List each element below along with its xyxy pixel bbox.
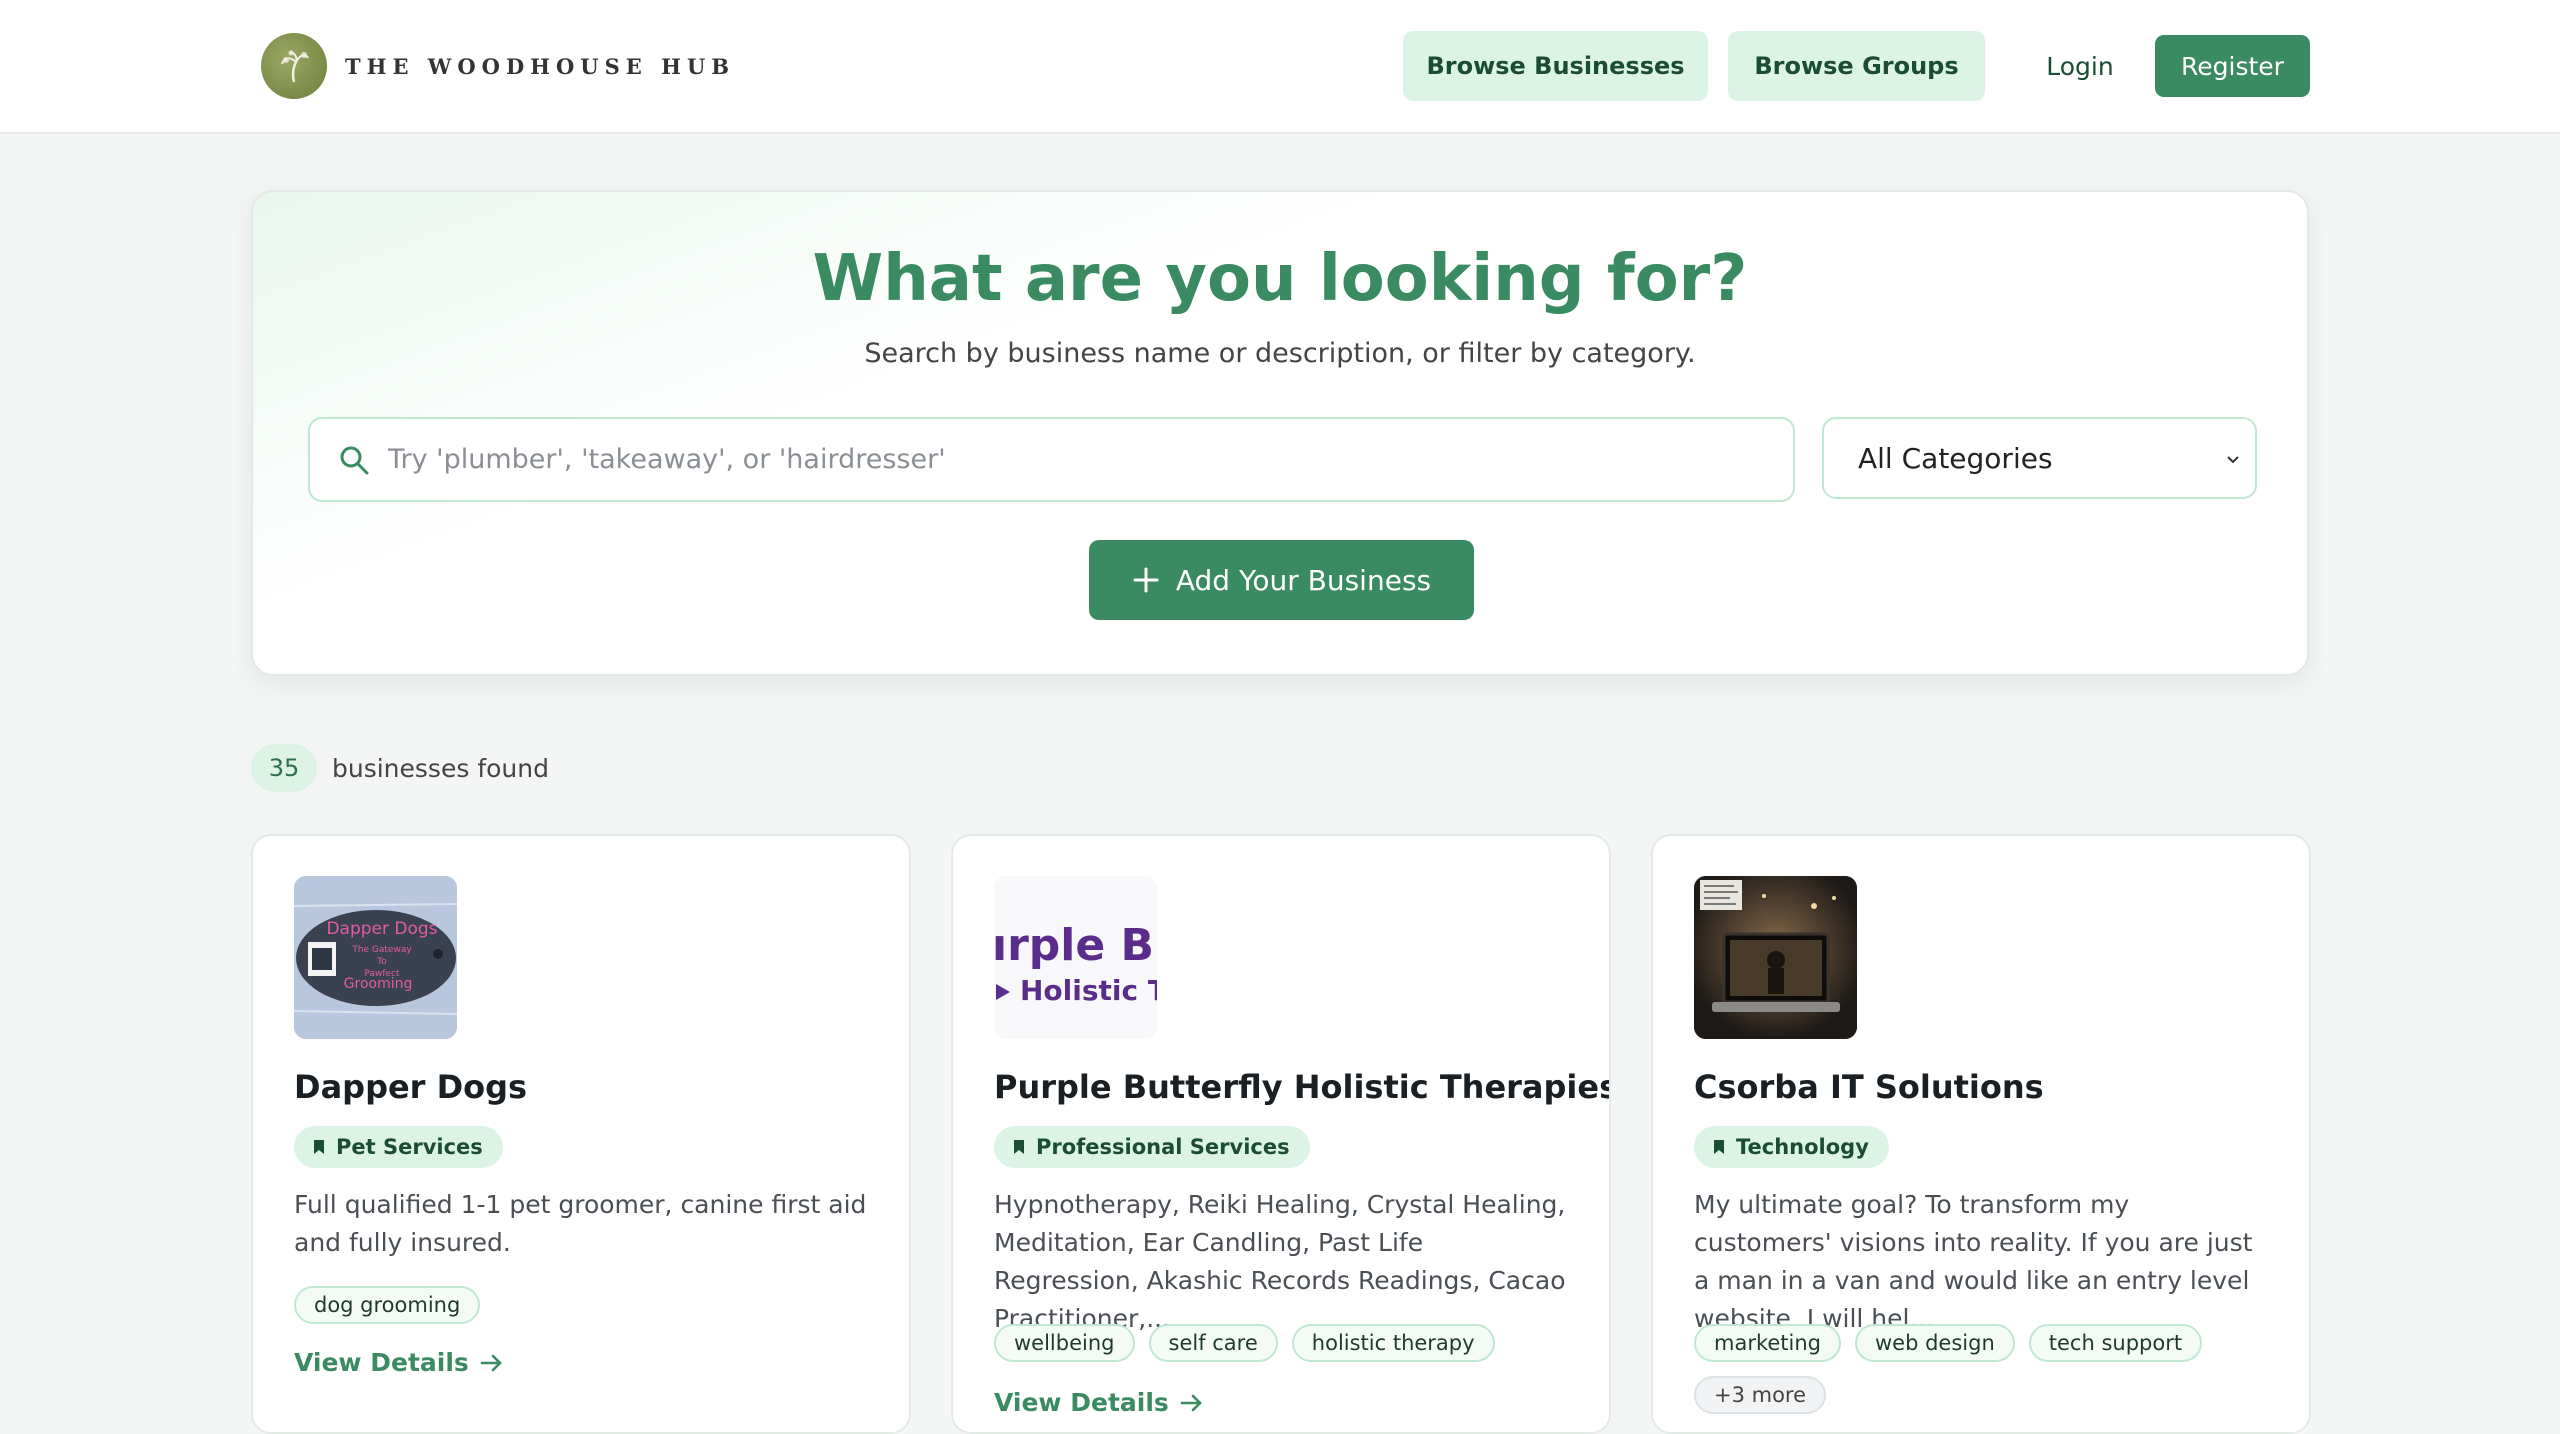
- category-badge: Professional Services: [994, 1126, 1310, 1168]
- thumb-text-line: ırple Bu: [994, 920, 1157, 971]
- category-label: Professional Services: [1036, 1135, 1290, 1159]
- login-link[interactable]: Login: [2030, 31, 2130, 101]
- more-tags-badge[interactable]: +3 more: [1694, 1376, 1827, 1414]
- results-count-badge: 35: [251, 744, 317, 792]
- thumb-text-line: Grooming: [344, 976, 413, 992]
- search-field[interactable]: [308, 417, 1795, 502]
- business-thumbnail: Dapper Dogs The Gateway To Pawfect Groom…: [294, 876, 457, 1039]
- business-description: My ultimate goal? To transform my custom…: [1694, 1190, 2253, 1333]
- plus-icon: [1133, 567, 1159, 593]
- search-icon: [340, 446, 369, 474]
- add-business-label: Add Your Business: [1175, 563, 1432, 597]
- tag-list: wellbeing self care holistic therapy: [994, 1324, 1495, 1362]
- arrow-right-icon: [480, 1354, 502, 1371]
- business-name[interactable]: Dapper Dogs: [294, 1068, 527, 1106]
- category-select[interactable]: All Categories: [1822, 417, 2257, 499]
- thumb-text-line: Dapper Dogs: [326, 919, 437, 939]
- chevron-down-icon: [2227, 456, 2239, 464]
- logo-text: THE WOODHOUSE HUB: [345, 53, 736, 79]
- view-details-label: View Details: [294, 1348, 469, 1377]
- tag: wellbeing: [994, 1324, 1135, 1362]
- tag: dog grooming: [294, 1286, 481, 1324]
- business-description: Hypnotherapy, Reiki Healing, Crystal Hea…: [994, 1190, 1566, 1333]
- top-header: THE WOODHOUSE HUB Browse Businesses Brow…: [0, 0, 2560, 134]
- business-description: Full qualified 1-1 pet groomer, canine f…: [294, 1190, 867, 1257]
- category-label: Technology: [1736, 1135, 1869, 1159]
- business-card[interactable]: ırple Bu Holistic Th Purple Butterfly Ho…: [951, 834, 1611, 1434]
- bookmark-icon: [314, 1140, 324, 1154]
- site-logo[interactable]: THE WOODHOUSE HUB: [261, 33, 735, 99]
- nav-browse-groups[interactable]: Browse Groups: [1728, 31, 1985, 101]
- category-select-value: All Categories: [1858, 441, 2053, 475]
- tag: holistic therapy: [1291, 1324, 1495, 1362]
- tag: marketing: [1694, 1324, 1841, 1362]
- thumb-text-line: Holistic Th: [1020, 974, 1157, 1007]
- search-input[interactable]: [388, 444, 1793, 475]
- view-details-label: View Details: [994, 1388, 1169, 1417]
- logo-emblem-icon: [261, 33, 327, 99]
- thumb-text-line: To: [376, 957, 387, 967]
- tag: self care: [1148, 1324, 1278, 1362]
- tag: web design: [1855, 1324, 2015, 1362]
- business-thumbnail: [1694, 876, 1857, 1039]
- category-badge: Pet Services: [294, 1126, 503, 1168]
- page-subtitle: Search by business name or description, …: [864, 338, 1696, 369]
- category-badge: Technology: [1694, 1126, 1889, 1168]
- page-title: What are you looking for?: [812, 242, 1748, 316]
- arrow-right-icon: [1180, 1394, 1202, 1411]
- bookmark-icon: [1714, 1140, 1724, 1154]
- tag-list-overflow: +3 more: [1694, 1376, 1827, 1414]
- thumb-text-line: The Gateway: [351, 945, 412, 955]
- business-card[interactable]: Csorba IT Solutions Technology My ultima…: [1651, 834, 2311, 1434]
- search-panel: What are you looking for? Search by busi…: [251, 190, 2309, 676]
- nav-browse-businesses[interactable]: Browse Businesses: [1403, 31, 1708, 101]
- view-details-link[interactable]: View Details: [294, 1348, 505, 1377]
- business-name[interactable]: Csorba IT Solutions: [1694, 1068, 2044, 1106]
- bookmark-icon: [1014, 1140, 1024, 1154]
- register-button[interactable]: Register: [2155, 35, 2310, 97]
- view-details-link[interactable]: View Details: [994, 1388, 1205, 1417]
- tag-list: marketing web design tech support: [1694, 1324, 2203, 1362]
- business-card[interactable]: Dapper Dogs The Gateway To Pawfect Groom…: [251, 834, 911, 1434]
- add-business-button[interactable]: Add Your Business: [1089, 540, 1474, 620]
- tag: tech support: [2028, 1324, 2203, 1362]
- business-thumbnail: ırple Bu Holistic Th: [994, 876, 1157, 1039]
- tag-list: dog grooming: [294, 1286, 481, 1324]
- results-count-label: businesses found: [332, 753, 549, 783]
- business-name[interactable]: Purple Butterfly Holistic Therapies: [994, 1068, 1609, 1106]
- category-label: Pet Services: [336, 1135, 483, 1159]
